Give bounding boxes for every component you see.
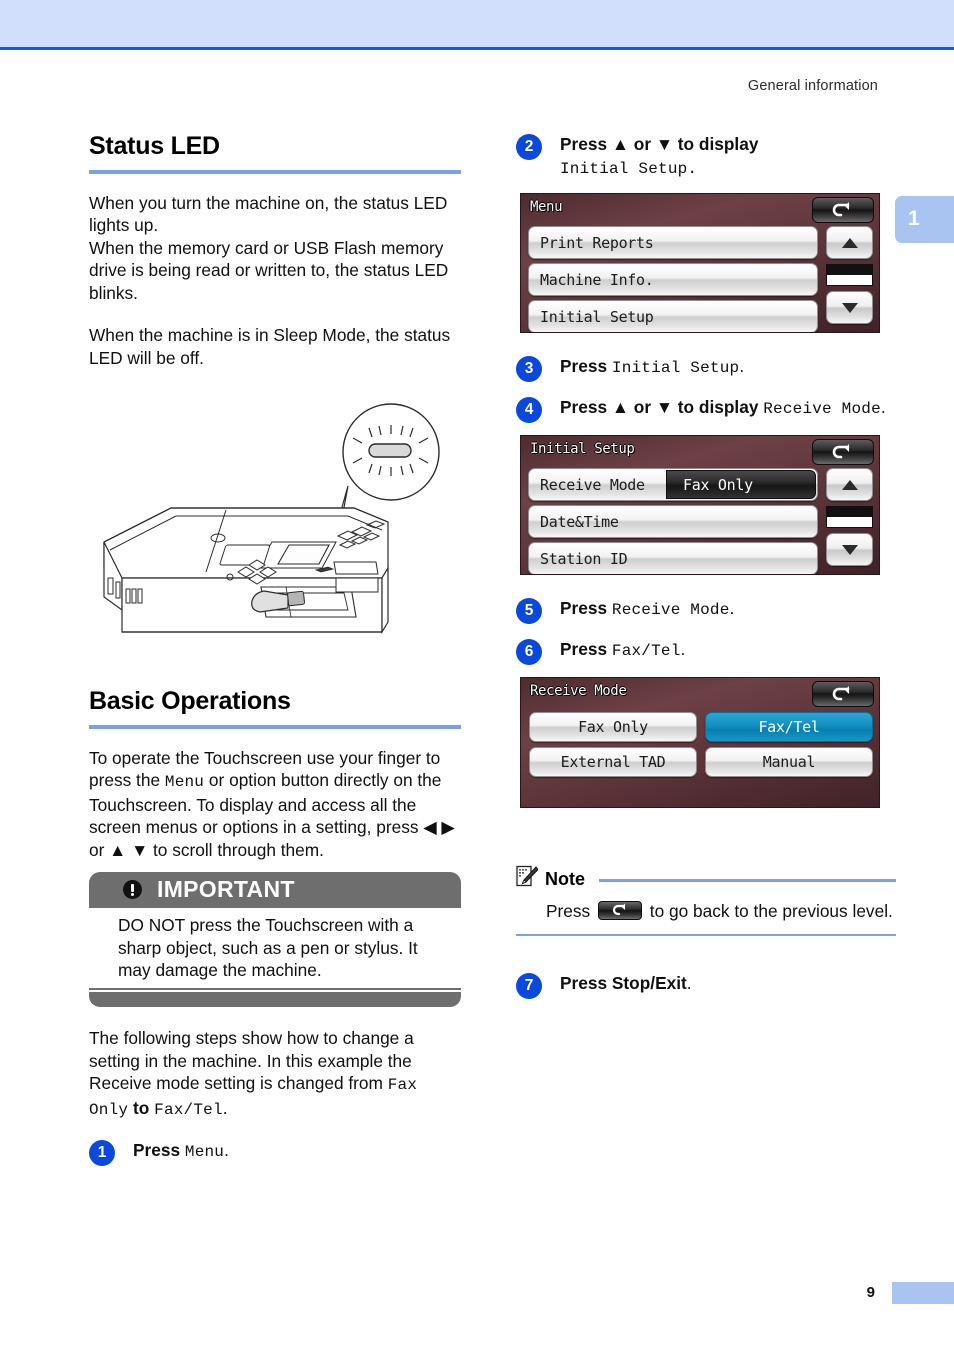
step-2: 2 Press ▲ or ▼ to display Initial Setup. <box>516 133 896 181</box>
chapter-tab: 1 <box>895 196 954 243</box>
scroll-position-indicator <box>826 264 873 286</box>
exclamation-icon <box>123 880 142 899</box>
example-intro-paragraph: The following steps show how to change a… <box>89 1028 418 1119</box>
printer-illustration <box>86 382 478 660</box>
running-head: General information <box>747 78 878 94</box>
step-4-text: Press ▲ or ▼ to display Receive Mode. <box>560 397 886 418</box>
important-title: IMPORTANT <box>157 876 295 902</box>
step-2-text: Press ▲ or ▼ to display Initial Setup. <box>560 134 759 178</box>
back-arrow-icon[interactable] <box>812 439 874 465</box>
note-header: Note <box>516 865 896 894</box>
step-7: 7 Press Stop/Exit. <box>516 972 896 999</box>
step-number-4: 4 <box>516 397 542 423</box>
top-rule <box>0 47 954 50</box>
lcd-option-grid: Fax Only Fax/Tel External TAD Manual <box>529 712 873 782</box>
step-number-7: 7 <box>516 973 542 999</box>
note-rule <box>599 879 896 882</box>
lcd-option-external-tad[interactable]: External TAD <box>529 747 697 777</box>
back-arrow-key-icon <box>597 901 642 920</box>
basic-operations-block: Basic Operations To operate the Touchscr… <box>89 687 461 861</box>
triangle-down-icon[interactable] <box>826 291 873 324</box>
note-title: Note <box>545 868 585 889</box>
lcd-option-row: External TAD Manual <box>529 747 873 777</box>
important-callout: IMPORTANT DO NOT press the Touchscreen w… <box>89 872 461 1007</box>
note-pencil-icon <box>516 865 539 894</box>
lcd-menu-item-print-reports[interactable]: Print Reports <box>528 226 818 259</box>
section-heading-rule <box>89 169 461 174</box>
step-5: 5 Press Receive Mode. <box>516 597 896 624</box>
document-page: General information 1 9 Status LED When … <box>0 0 954 1350</box>
triangle-up-icon[interactable] <box>826 226 873 259</box>
lcd-title: Receive Mode <box>530 683 627 699</box>
important-footer <box>89 991 461 1007</box>
lcd-screen-receive-mode[interactable]: Receive Mode Fax Only Fax/Tel External T… <box>520 677 880 808</box>
step-number-6: 6 <box>516 639 542 665</box>
lcd-setting-value[interactable]: Fax Only <box>666 470 816 499</box>
step-7-wrapper: 7 Press Stop/Exit. <box>516 972 896 999</box>
back-arrow-icon[interactable] <box>812 197 874 223</box>
section-heading-basic-operations: Basic Operations <box>89 687 291 715</box>
status-led-paragraph-1: When you turn the machine on, the status… <box>89 192 449 303</box>
lcd-row-list: Print Reports Machine Info. Initial Setu… <box>528 226 818 332</box>
basic-operations-intro: To operate the Touchscreen use your fing… <box>89 747 455 860</box>
left-column: Status LED When you turn the machine on,… <box>89 132 461 370</box>
example-intro-block: The following steps show how to change a… <box>89 1027 461 1167</box>
step-number-2: 2 <box>516 134 542 160</box>
important-body: DO NOT press the Touchscreen with a shar… <box>89 907 461 986</box>
lcd-title: Menu <box>530 199 563 215</box>
lcd-scroll-controls <box>826 226 873 324</box>
section-heading-rule-2 <box>89 724 461 729</box>
lcd-option-fax-only[interactable]: Fax Only <box>529 712 697 742</box>
lcd-option-manual[interactable]: Manual <box>705 747 873 777</box>
scroll-position-indicator <box>826 506 873 528</box>
footer-color-block <box>892 1282 954 1304</box>
lcd-scroll-controls <box>826 468 873 566</box>
lcd-menu-item-machine-info[interactable]: Machine Info. <box>528 263 818 296</box>
lcd-screen-initial-setup[interactable]: Initial Setup Receive Mode Fax Only Date… <box>520 435 880 575</box>
step-1-text: Press Menu. <box>133 1140 229 1162</box>
section-heading-status-led: Status LED <box>89 132 220 160</box>
step-6: 6 Press Fax/Tel. <box>516 638 896 665</box>
step-number-5: 5 <box>516 598 542 624</box>
note-callout: Note Press to go back to the previous le… <box>516 865 896 937</box>
step-3: 3 Press Initial Setup. <box>516 355 896 382</box>
lcd-screen-menu[interactable]: Menu Print Reports Machine Info. Initial… <box>520 193 880 333</box>
lcd-title: Initial Setup <box>530 441 635 457</box>
lcd-setting-station-id[interactable]: Station ID <box>528 542 818 574</box>
lcd-row-list: Receive Mode Fax Only Date&Time Station … <box>528 468 818 574</box>
important-divider <box>89 987 461 990</box>
lcd-setting-date-time[interactable]: Date&Time <box>528 505 818 538</box>
note-body: Press to go back to the previous level. <box>546 901 893 921</box>
step-4: 4 Press ▲ or ▼ to display Receive Mode. <box>516 396 896 423</box>
chapter-tab-number: 1 <box>908 207 920 230</box>
step-6-text: Press Fax/Tel. <box>560 639 686 660</box>
triangle-down-icon[interactable] <box>826 533 873 566</box>
right-column: 2 Press ▲ or ▼ to display Initial Setup.… <box>516 133 896 808</box>
page-number: 9 <box>866 1284 875 1301</box>
step-number-1: 1 <box>89 1140 115 1167</box>
lcd-option-fax-tel[interactable]: Fax/Tel <box>705 712 873 742</box>
step-1: 1 Press Menu. <box>89 1139 461 1167</box>
note-bottom-rule <box>516 933 896 937</box>
step-5-text: Press Receive Mode. <box>560 598 735 619</box>
important-header: IMPORTANT <box>89 872 461 907</box>
status-led-paragraph-2: When the machine is in Sleep Mode, the s… <box>89 325 451 369</box>
step-number-3: 3 <box>516 356 542 382</box>
lcd-setting-receive-mode[interactable]: Receive Mode Fax Only <box>528 468 818 501</box>
lcd-menu-item-initial-setup[interactable]: Initial Setup <box>528 300 818 332</box>
triangle-up-icon[interactable] <box>826 468 873 501</box>
back-arrow-icon[interactable] <box>812 681 874 707</box>
lcd-option-row: Fax Only Fax/Tel <box>529 712 873 742</box>
step-7-text: Press Stop/Exit. <box>560 973 692 993</box>
top-color-band <box>0 0 954 47</box>
step-3-text: Press Initial Setup. <box>560 356 745 377</box>
